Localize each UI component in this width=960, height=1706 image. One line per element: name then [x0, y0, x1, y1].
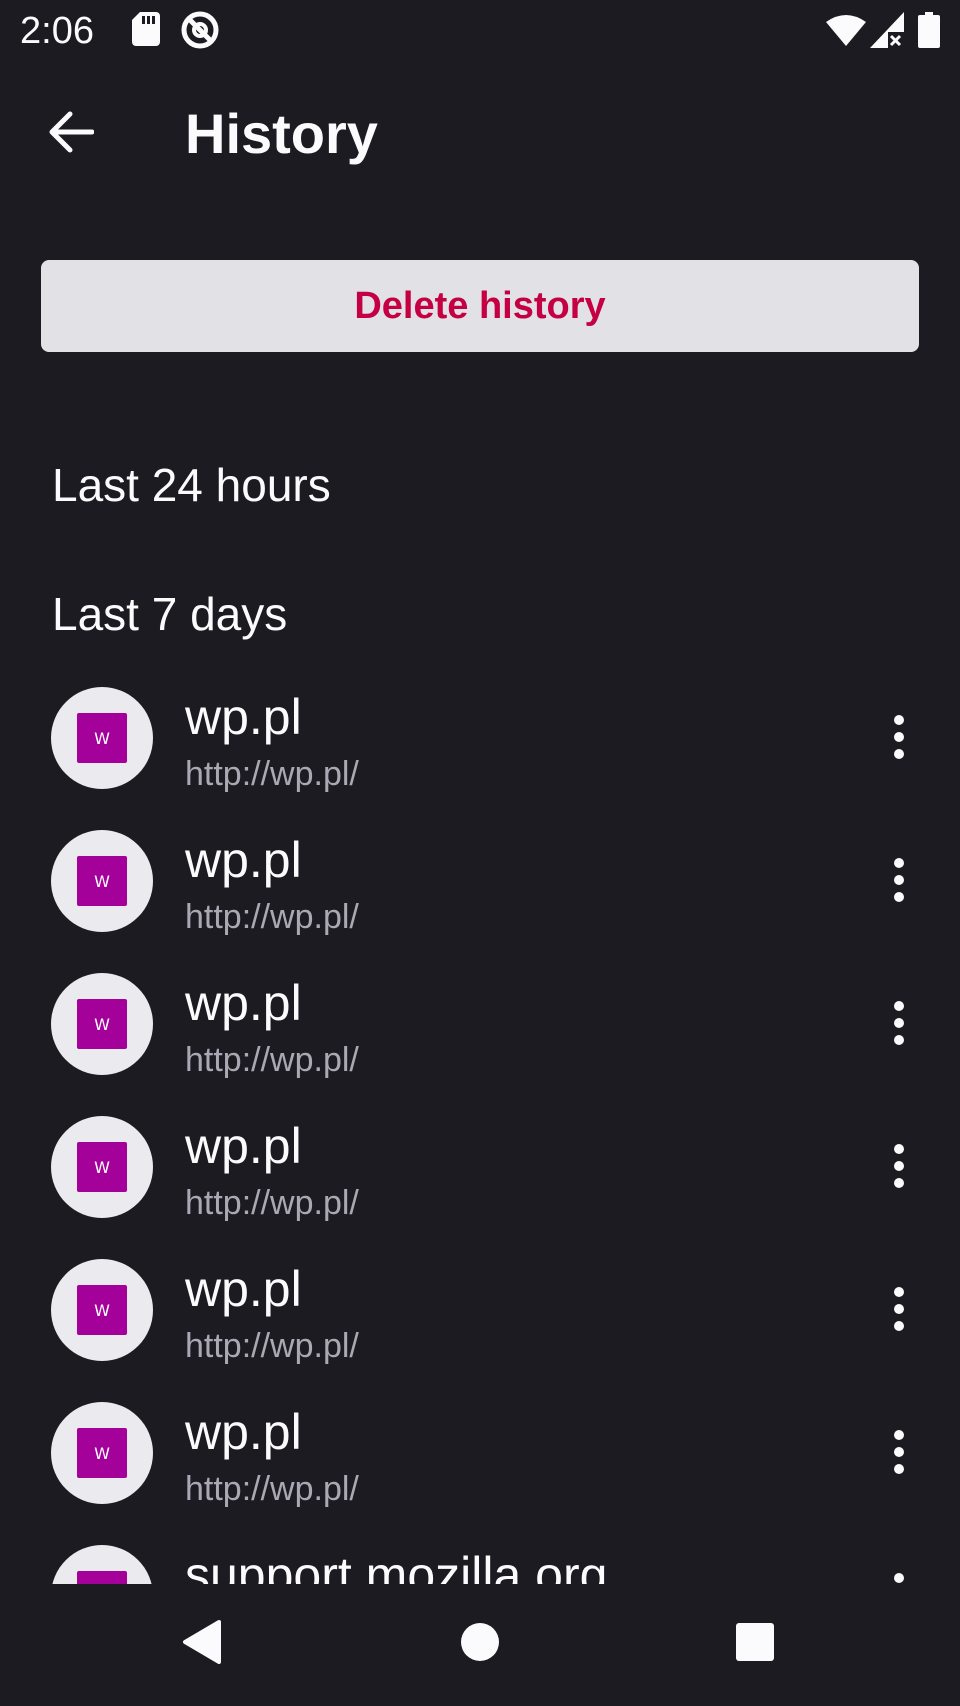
- favicon: W: [51, 1259, 153, 1361]
- favicon: [51, 1545, 153, 1584]
- history-item[interactable]: W wp.pl http://wp.pl/: [0, 666, 960, 809]
- item-title: wp.pl: [185, 1118, 302, 1174]
- favicon: W: [51, 1402, 153, 1504]
- item-url: http://wp.pl/: [185, 1327, 359, 1365]
- item-title: wp.pl: [185, 1404, 302, 1460]
- favicon: W: [51, 973, 153, 1075]
- sd-card-icon: [132, 12, 160, 51]
- signal-no-data-icon: [870, 12, 904, 53]
- more-vert-icon: [894, 858, 904, 868]
- history-screen: 2:06 History Delete history Last 24 hour…: [0, 0, 960, 1706]
- item-url: http://wp.pl/: [185, 1184, 359, 1222]
- status-bar: 2:06: [0, 0, 960, 62]
- section-last-24-hours[interactable]: Last 24 hours: [52, 457, 331, 513]
- recents-square-icon: [735, 1622, 775, 1667]
- favicon-letter: W: [77, 1285, 127, 1335]
- more-vert-icon: [894, 1144, 904, 1154]
- toolbar: History: [0, 62, 960, 202]
- favicon-letter: W: [77, 713, 127, 763]
- history-item[interactable]: W wp.pl http://wp.pl/: [0, 952, 960, 1095]
- overflow-menu-button[interactable]: [869, 707, 929, 767]
- arrow-back-icon: [46, 110, 95, 159]
- history-item[interactable]: W wp.pl http://wp.pl/: [0, 1095, 960, 1238]
- item-title: wp.pl: [185, 975, 302, 1031]
- favicon-letter: W: [77, 999, 127, 1049]
- history-item[interactable]: W wp.pl http://wp.pl/: [0, 1381, 960, 1524]
- history-item[interactable]: support.mozilla.org: [0, 1524, 960, 1584]
- more-vert-icon: [894, 1287, 904, 1297]
- overflow-menu-button[interactable]: [869, 1279, 929, 1339]
- favicon-letter: W: [77, 1428, 127, 1478]
- battery-icon: [918, 12, 940, 53]
- more-vert-icon: [894, 1430, 904, 1440]
- status-time: 2:06: [20, 10, 94, 52]
- overflow-menu-button[interactable]: [869, 1422, 929, 1482]
- favicon: W: [51, 687, 153, 789]
- history-list: W wp.pl http://wp.pl/ W wp.pl http://wp.…: [0, 666, 960, 1584]
- wifi-icon: [826, 14, 866, 51]
- favicon-letter: [77, 1571, 127, 1584]
- history-item[interactable]: W wp.pl http://wp.pl/: [0, 1238, 960, 1381]
- overflow-menu-button[interactable]: [869, 1136, 929, 1196]
- item-title: wp.pl: [185, 832, 302, 888]
- more-vert-icon: [894, 1573, 904, 1583]
- item-title: wp.pl: [185, 689, 302, 745]
- item-url: http://wp.pl/: [185, 1470, 359, 1508]
- more-vert-icon: [894, 715, 904, 725]
- page-title: History: [185, 102, 378, 165]
- nav-home-button[interactable]: [440, 1604, 520, 1684]
- nav-back-button[interactable]: [162, 1604, 242, 1684]
- favicon-letter: W: [77, 1142, 127, 1192]
- home-circle-icon: [460, 1622, 500, 1667]
- item-title: wp.pl: [185, 1261, 302, 1317]
- delete-history-button[interactable]: Delete history: [41, 260, 919, 352]
- overflow-menu-button[interactable]: [869, 1565, 929, 1584]
- item-url: http://wp.pl/: [185, 755, 359, 793]
- back-button[interactable]: [30, 94, 110, 174]
- system-nav-bar: [0, 1584, 960, 1706]
- more-vert-icon: [894, 1001, 904, 1011]
- item-url: http://wp.pl/: [185, 898, 359, 936]
- nav-recents-button[interactable]: [715, 1604, 795, 1684]
- favicon-letter: W: [77, 856, 127, 906]
- favicon: W: [51, 1116, 153, 1218]
- history-item[interactable]: W wp.pl http://wp.pl/: [0, 809, 960, 952]
- item-url: http://wp.pl/: [185, 1041, 359, 1079]
- item-title: support.mozilla.org: [185, 1547, 608, 1584]
- overflow-menu-button[interactable]: [869, 850, 929, 910]
- back-triangle-icon: [181, 1619, 223, 1669]
- section-last-7-days[interactable]: Last 7 days: [52, 586, 287, 642]
- overflow-menu-button[interactable]: [869, 993, 929, 1053]
- at-sign-icon: [180, 10, 220, 55]
- favicon: W: [51, 830, 153, 932]
